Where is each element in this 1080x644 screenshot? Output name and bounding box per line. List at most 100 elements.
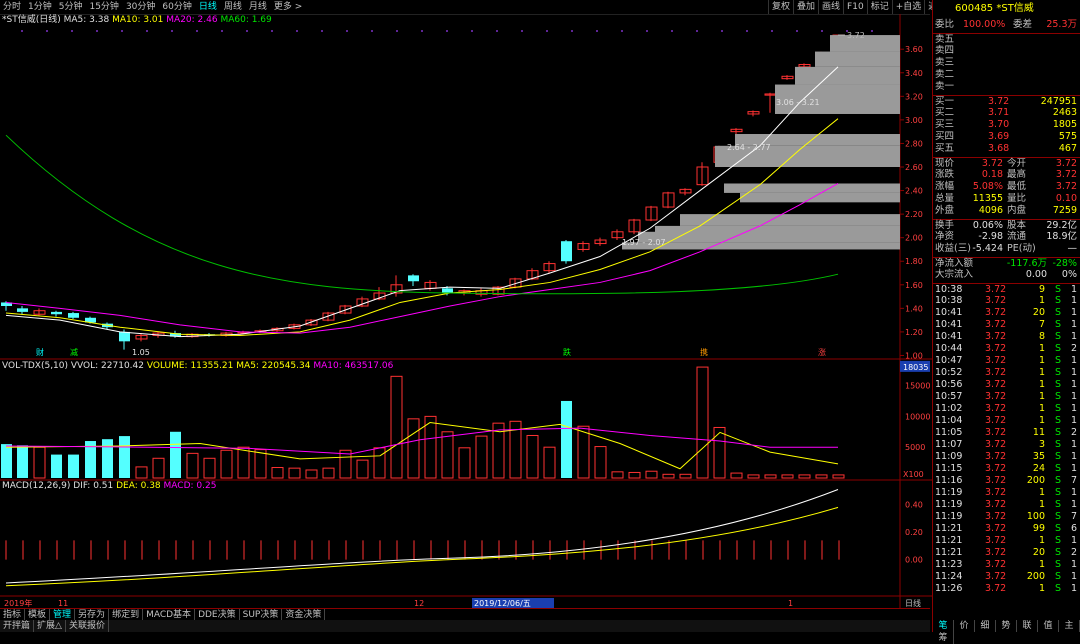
- price-tick-10: 1.60: [905, 281, 923, 290]
- toolbar-button-3[interactable]: F10: [843, 0, 867, 14]
- quote-tab-6[interactable]: 主: [1059, 620, 1080, 632]
- annotation-range-2: 2.64 - 2.77: [727, 143, 771, 152]
- vvol-legend: VVOL: 22710.42: [70, 361, 144, 371]
- quote-tab-3[interactable]: 势: [996, 620, 1017, 632]
- candle-body: [68, 313, 79, 318]
- quote-tab-0[interactable]: 笔: [933, 620, 954, 632]
- stat-value-2: 0.10: [1055, 193, 1077, 204]
- date-label-4: 1: [788, 599, 793, 608]
- signal-dot: [471, 30, 473, 32]
- quote-tab-2[interactable]: 细: [975, 620, 996, 632]
- stat2-value-1: -5.424: [972, 243, 1003, 254]
- quote-tab-7[interactable]: 筹: [933, 632, 954, 644]
- quote-panel-tabs: 笔价细势联值主筹: [933, 620, 1080, 644]
- tick-row: 11:21 3.72 20 S 2: [933, 547, 1080, 559]
- tick-vol: 1: [1038, 487, 1045, 498]
- tick-time: 11:19: [935, 487, 963, 498]
- tick-vol: 1: [1038, 535, 1045, 546]
- tick-price: 3.72: [985, 355, 1007, 366]
- tick-price: 3.72: [985, 535, 1007, 546]
- tick-time: 10:38: [935, 295, 963, 306]
- volume-bar: [764, 474, 777, 479]
- stat-row: 外盘 4096 内盘 7259: [933, 205, 1080, 217]
- tick-side: S: [1054, 451, 1061, 462]
- toolbar-button-2[interactable]: 画线: [818, 0, 843, 14]
- bid-price: 3.71: [988, 107, 1010, 118]
- period-tab-2[interactable]: 5分钟: [56, 0, 87, 14]
- kline-chart-area[interactable]: 3.60 3.40 3.20 3.00 2.80 2.60 2.40 2.20 2.00 1.80…: [0, 14, 932, 610]
- stat-label-2: 最低: [1007, 181, 1027, 192]
- tick-vol: 200: [1026, 571, 1045, 582]
- period-tab-0[interactable]: 分时: [0, 0, 25, 14]
- tick-count: 1: [1070, 499, 1077, 510]
- bid-label: 买三: [935, 119, 955, 130]
- stat-label-2: 最高: [1007, 169, 1027, 180]
- signal-dot: [596, 30, 598, 32]
- tick-vol: 1: [1038, 343, 1045, 354]
- period-tab-8[interactable]: 月线: [246, 0, 271, 14]
- period-tab-9[interactable]: 更多 >: [271, 0, 306, 14]
- toolbar-button-0[interactable]: 复权: [768, 0, 793, 14]
- tick-row: 11:23 3.72 1 S 1: [933, 559, 1080, 571]
- quote-tab-1[interactable]: 价: [954, 620, 975, 632]
- bid-vol: 467: [1058, 143, 1077, 154]
- tick-time: 11:21: [935, 535, 963, 546]
- candle-body: [408, 275, 419, 282]
- extension-tab-0[interactable]: 开拌篇: [0, 620, 35, 632]
- tick-row: 11:24 3.72 200 S 1: [933, 571, 1080, 583]
- period-tab-5[interactable]: 60分钟: [159, 0, 195, 14]
- extension-tab-2[interactable]: 关联报价: [66, 620, 109, 632]
- extension-tabs: 开拌篇 扩展△ 关联报价: [0, 620, 930, 632]
- bid-vol: 1805: [1052, 119, 1077, 130]
- date-label-0: 2019年: [4, 598, 32, 608]
- tick-price: 3.72: [985, 511, 1007, 522]
- volume-legend-value: VOLUME: 11355.21: [146, 361, 234, 371]
- toolbar-button-5[interactable]: +自选: [891, 0, 925, 14]
- tick-vol: 11: [1032, 427, 1045, 438]
- tick-time: 11:19: [935, 511, 963, 522]
- period-tab-6[interactable]: 日线: [196, 0, 221, 14]
- volume-bar: [730, 472, 743, 479]
- tick-count: 1: [1070, 535, 1077, 546]
- quote-tab-5[interactable]: 值: [1038, 620, 1059, 632]
- period-tab-3[interactable]: 15分钟: [86, 0, 122, 14]
- price-tick-8: 2.00: [905, 234, 923, 243]
- tick-vol: 24: [1032, 463, 1045, 474]
- price-tick-12: 1.20: [905, 328, 923, 337]
- tick-side: S: [1054, 583, 1061, 594]
- depth-block: [740, 192, 900, 203]
- tick-time: 11:24: [935, 571, 963, 582]
- tick-side: S: [1054, 487, 1061, 498]
- annotation-low: 1.05: [132, 348, 150, 357]
- tick-side: S: [1054, 559, 1061, 570]
- signal-dot: [371, 30, 373, 32]
- volume-bar: [271, 467, 284, 479]
- signal-dot: [421, 30, 423, 32]
- quote-tab-4[interactable]: 联: [1017, 620, 1038, 632]
- toolbar-button-4[interactable]: 标记: [866, 0, 892, 14]
- period-tab-4[interactable]: 30分钟: [123, 0, 159, 14]
- signal-dot: [721, 30, 723, 32]
- weicha-value: 25.3万: [1046, 19, 1077, 30]
- period-tab-7[interactable]: 周线: [221, 0, 246, 14]
- ask-label: 卖四: [935, 45, 955, 56]
- signal-dot: [271, 30, 273, 32]
- toolbar-button-1[interactable]: 叠加: [793, 0, 818, 14]
- weicha-label: 委差: [1013, 19, 1033, 30]
- extension-tab-1[interactable]: 扩展△: [34, 620, 66, 632]
- tick-count: 1: [1070, 571, 1077, 582]
- tick-row: 10:41 3.72 20 S 1: [933, 307, 1080, 319]
- signal-dot: [496, 30, 498, 32]
- depth-block: [815, 51, 900, 67]
- stat-value-1: 5.08%: [972, 181, 1003, 192]
- tick-count: 1: [1070, 319, 1077, 330]
- dif-legend: DIF: 0.51: [73, 481, 114, 491]
- annotation-range-3: 1.97 - 2.07: [622, 238, 666, 247]
- bid-vol: 575: [1058, 131, 1077, 142]
- stat-label-1: 总量: [935, 193, 955, 204]
- vol-legend-name: VOL-TDX(5,10): [2, 361, 69, 371]
- tick-row: 10:41 3.72 7 S 1: [933, 319, 1080, 331]
- tick-count: 1: [1070, 451, 1077, 462]
- period-tab-1[interactable]: 1分钟: [25, 0, 56, 14]
- event-marker-4: 涨: [818, 347, 826, 357]
